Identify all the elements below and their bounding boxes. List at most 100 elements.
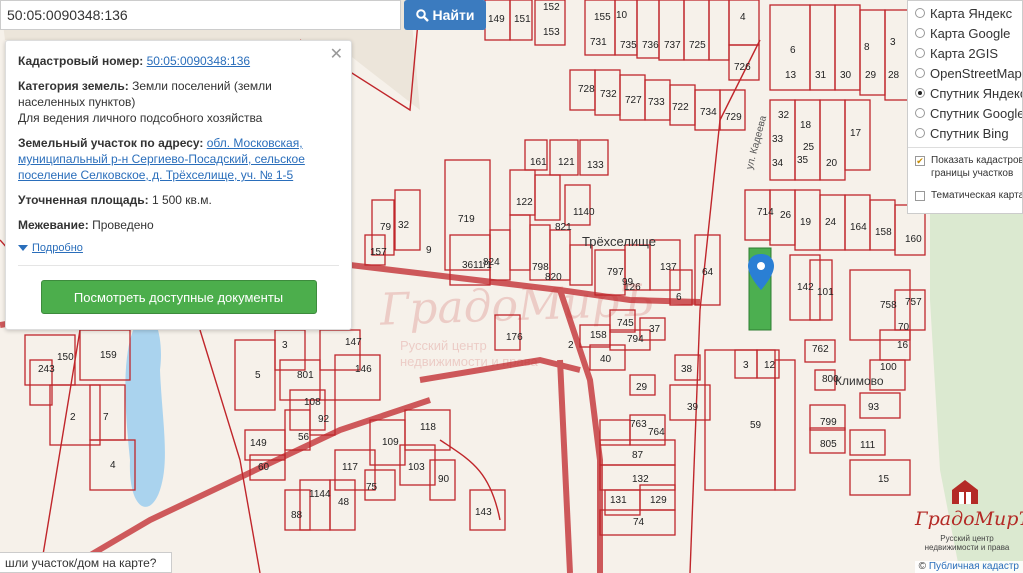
village-label: Трёхселище	[582, 234, 656, 249]
layer-label: Карта Google	[930, 25, 1011, 41]
plot-number: 12	[764, 360, 776, 371]
layer-label: Спутник Bing	[930, 125, 1009, 141]
search-button[interactable]: Найти	[404, 0, 486, 30]
plot-number: 111	[860, 440, 876, 451]
plot-number: 757	[905, 297, 922, 308]
plot-number: 39	[687, 402, 699, 413]
plot-number: 158	[875, 227, 892, 238]
plot-number: 147	[345, 337, 362, 348]
plot-number: 155	[594, 12, 611, 23]
layer-option[interactable]: Спутник Яндекс	[908, 83, 1022, 103]
layer-option[interactable]: Спутник Google	[908, 103, 1022, 123]
layer-label: OpenStreetMap	[930, 65, 1022, 81]
klimovo-label: Климово	[835, 374, 884, 388]
plot-number: 121	[558, 157, 575, 168]
watermark-logo: ГрадоМирЪ	[379, 275, 656, 336]
plot-number: 17	[850, 128, 862, 139]
house-logo-icon	[952, 480, 978, 504]
plot-number: 149	[488, 14, 505, 25]
layer-option[interactable]: OpenStreetMap	[908, 63, 1022, 83]
radio-icon	[915, 108, 925, 118]
plot-number: 28	[888, 70, 900, 81]
plot-number: 762	[812, 344, 829, 355]
plot-number: 88	[291, 510, 303, 521]
usage-value: Для ведения личного подсобного хозяйства	[18, 111, 263, 125]
plot-number: 117	[342, 462, 358, 473]
layer-option[interactable]: Карта Яндекс	[908, 3, 1022, 23]
plot-number: 763	[630, 419, 647, 430]
plot-number: 2	[70, 412, 76, 423]
plot-number: 6	[676, 292, 682, 303]
cadastral-borders-checkbox[interactable]: ✔ Показать кадастровыеграницы участков	[908, 154, 1022, 180]
layer-label: Спутник Google	[930, 105, 1023, 121]
plot-number: 151	[514, 14, 531, 25]
plot-number: 805	[820, 439, 837, 450]
plot-number: 5	[255, 370, 261, 381]
plot-number: 20	[826, 158, 838, 169]
radio-icon	[915, 8, 925, 18]
view-documents-button[interactable]: Посмотреть доступные документы	[40, 280, 317, 314]
plot-number: 29	[865, 70, 877, 81]
plot-number: 10	[616, 10, 628, 21]
thematic-map-checkbox[interactable]: Тематическая карта	[908, 189, 1022, 202]
close-icon[interactable]: ✕	[330, 47, 343, 63]
survey-label: Межевание:	[18, 218, 89, 232]
plot-number: 732	[600, 89, 617, 100]
plot-number: 40	[600, 354, 612, 365]
plot-number: 736	[642, 40, 659, 51]
plot-number: 7	[103, 412, 109, 423]
plot-number: 758	[880, 300, 897, 311]
plot-number: 6	[790, 45, 796, 56]
watermark-subtitle: Русский центр недвижимости и права	[400, 338, 538, 369]
more-details-link[interactable]: Подробно	[18, 240, 339, 256]
radio-icon	[915, 88, 925, 98]
plot-number: 714	[757, 207, 774, 218]
checkmark-icon: ✔	[915, 156, 925, 166]
plot-number: 729	[725, 112, 742, 123]
plot-number: 118	[420, 422, 436, 433]
plot-number: 728	[578, 84, 595, 95]
gradomir-logo: ГрадоМирЪ Русский центр недвижимости и пр…	[912, 478, 1023, 558]
layer-option[interactable]: Карта Google	[908, 23, 1022, 43]
plot-number: 164	[850, 222, 867, 233]
plot-number: 33	[772, 134, 784, 145]
plot-number: 799	[820, 417, 837, 428]
plot-number: 19	[800, 217, 812, 228]
plot-number: 74	[633, 517, 645, 528]
plot-number: 122	[516, 197, 533, 208]
plot-number: 149	[250, 438, 267, 449]
plot-number: 157	[370, 247, 387, 258]
plot-number: 1140	[573, 207, 595, 218]
layer-option[interactable]: Спутник Bing	[908, 123, 1022, 143]
radio-icon	[915, 48, 925, 58]
plot-number: 737	[664, 40, 681, 51]
search-input[interactable]: 50:05:0090348:136	[0, 0, 401, 30]
layer-label: Спутник Яндекс	[930, 85, 1023, 101]
cadastral-label: Кадастровый номер:	[18, 54, 144, 68]
triangle-down-icon	[18, 245, 28, 251]
plot-number: 131	[610, 495, 627, 506]
plot-number: 24	[825, 217, 837, 228]
plot-number: 794	[627, 334, 644, 345]
plot-number: 60	[258, 462, 270, 473]
plot-number: 93	[868, 402, 880, 413]
plot-number: 733	[648, 97, 665, 108]
plot-number: 150	[57, 352, 74, 363]
layer-switcher: Карта Яндекс Карта Google Карта 2GIS OpenSt…	[907, 0, 1023, 214]
plot-number: 92	[318, 414, 330, 425]
plot-number: 4	[740, 12, 746, 23]
plot-number: 75	[366, 482, 378, 493]
plot-number: 132	[632, 474, 649, 485]
plot-number: 158	[590, 330, 607, 341]
plot-number: 161	[530, 157, 547, 168]
found-plot-question[interactable]: шли участок/дом на карте?	[0, 552, 172, 573]
copyright-link[interactable]: © Публичная кадастр	[914, 561, 1023, 573]
plot-number: 56	[298, 432, 310, 443]
cadastral-number-link[interactable]: 50:05:0090348:136	[147, 54, 250, 68]
plot-number: 142	[797, 282, 814, 293]
plot-number: 35	[797, 155, 809, 166]
plot-number: 64	[702, 267, 714, 278]
plot-number: 15	[878, 474, 890, 485]
plot-number: 9	[426, 245, 432, 256]
layer-option[interactable]: Карта 2GIS	[908, 43, 1022, 63]
